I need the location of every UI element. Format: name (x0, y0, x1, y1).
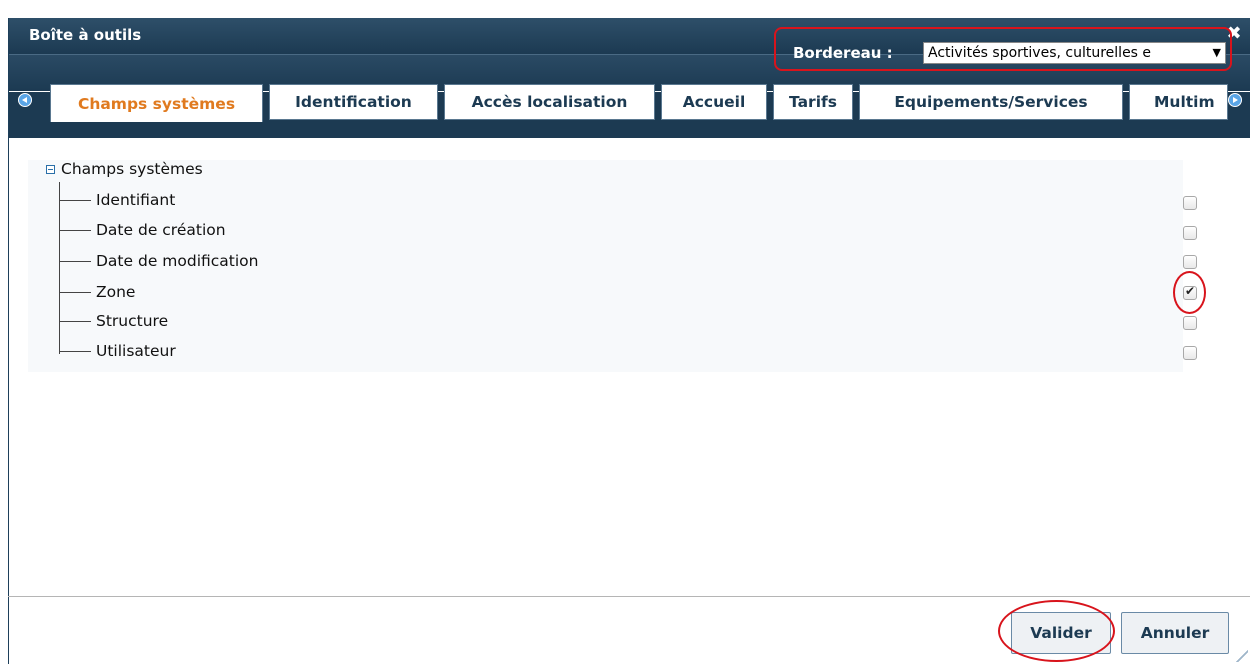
bordereau-select-value: Activités sportives, culturelles e (928, 45, 1152, 61)
tab-identification[interactable]: Identification (269, 84, 438, 120)
tree-root[interactable]: Champs systèmes (46, 160, 203, 178)
resize-handle-icon[interactable] (1236, 650, 1248, 662)
tree-connector-line (59, 182, 60, 354)
tab-tarifs[interactable]: Tarifs (773, 84, 853, 120)
tab-champs-systemes[interactable]: Champs systèmes (50, 84, 263, 122)
tree-item-label: Date de création (96, 221, 226, 239)
tree-item-label: Identifiant (96, 191, 176, 209)
top-strip (0, 0, 1250, 18)
tab-content (0, 122, 1241, 596)
tree-item-label: Utilisateur (96, 342, 176, 360)
valider-button-highlight (998, 600, 1115, 662)
tab-label: Multim (1154, 93, 1215, 111)
annuler-label: Annuler (1140, 624, 1210, 642)
checkbox-structure[interactable] (1183, 316, 1197, 330)
checkbox-date-creation[interactable] (1183, 226, 1197, 240)
tab-label: Champs systèmes (77, 94, 236, 113)
tree-branch-line (59, 321, 91, 322)
tab-label: Accueil (682, 93, 746, 111)
annuler-button[interactable]: Annuler (1121, 612, 1229, 654)
bordereau-label: Bordereau : (793, 44, 893, 62)
tree-branch-line (59, 261, 91, 262)
zone-checkbox-highlight (1173, 271, 1206, 314)
checkbox-identifiant[interactable] (1183, 196, 1197, 210)
tab-label: Tarifs (789, 93, 837, 111)
tree-item-label: Structure (96, 312, 169, 330)
tab-multimedia[interactable]: Multim (1129, 84, 1228, 120)
checkbox-utilisateur[interactable] (1183, 346, 1197, 360)
tree-branch-line (59, 351, 91, 352)
tab-label: Equipements/Services (894, 93, 1088, 111)
tab-label: Accès localisation (471, 93, 628, 111)
tree-branch-line (59, 292, 91, 293)
dialog-title: Boîte à outils (29, 26, 142, 44)
checkbox-date-modification[interactable] (1183, 255, 1197, 269)
tree-branch-line (59, 230, 91, 231)
tab-equipements-services[interactable]: Equipements/Services (859, 84, 1123, 120)
tab-label: Identification (295, 93, 412, 111)
dropdown-arrow-icon: ▼ (1210, 43, 1221, 63)
collapse-icon[interactable] (46, 165, 55, 174)
tree-item-label: Date de modification (96, 252, 259, 270)
tree-root-label: Champs systèmes (61, 160, 203, 178)
tab-accueil[interactable]: Accueil (661, 84, 767, 120)
tree-branch-line (59, 200, 91, 201)
bordereau-select[interactable]: Activités sportives, culturelles e ▼ (923, 42, 1226, 64)
tab-acces-localisation[interactable]: Accès localisation (444, 84, 655, 120)
tree-item-label: Zone (96, 283, 136, 301)
tab-scroll-left-icon[interactable] (18, 93, 32, 107)
tab-scroll-right-icon[interactable] (1228, 93, 1242, 107)
